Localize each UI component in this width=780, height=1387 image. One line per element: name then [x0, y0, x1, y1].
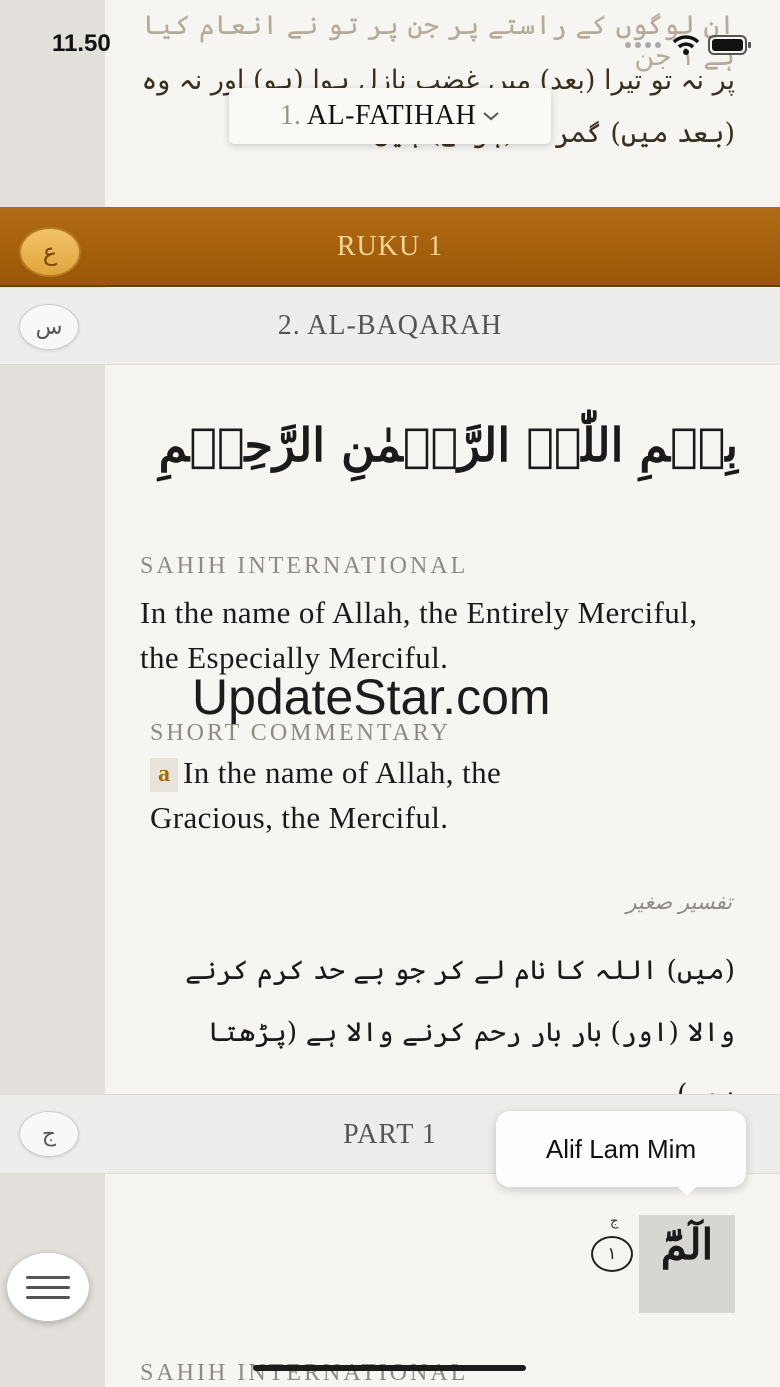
translation-label: SAHIH INTERNATIONAL: [140, 553, 469, 579]
surah-picker[interactable]: 1. AL-FATIHAH: [229, 88, 551, 144]
commentary-label: SHORT COMMENTARY: [150, 720, 451, 746]
watermark: UpdateStar.com: [192, 669, 551, 725]
verse-pause-mark: ج: [610, 1214, 619, 1229]
status-icons: [624, 34, 752, 56]
surah-header: س 2. AL-BAQARAH: [0, 288, 780, 365]
ruku-header: ع RUKU 1: [0, 207, 780, 287]
commentary-text-line-2: Gracious, the Merciful.: [150, 800, 449, 835]
word-tooltip-arrow: [676, 1185, 698, 1196]
cellular-dots-icon: [625, 42, 661, 48]
commentary-text-line-1: In the name of Allah, the: [183, 755, 502, 790]
surah-picker-number: 1.: [279, 100, 301, 131]
word-tooltip: Alif Lam Mim: [496, 1111, 746, 1187]
urdu-commentary-label: تفسیر صغیر: [626, 890, 732, 914]
hamburger-icon-bar: [26, 1295, 70, 1299]
word-tooltip-text: Alif Lam Mim: [545, 1133, 697, 1164]
bismillah: بِسۡمِ اللّٰہِ الرَّحۡمٰنِ الرَّحِیۡمِ: [158, 418, 738, 472]
chevron-down-icon: [483, 112, 499, 121]
battery-icon: [708, 35, 751, 55]
wifi-icon: [672, 35, 700, 55]
commentary-footnote-marker[interactable]: a: [150, 758, 178, 792]
status-time: 11.50: [52, 30, 111, 57]
verse-arabic-text[interactable]: الٓمّٓ: [639, 1220, 735, 1269]
hamburger-icon-bar: [26, 1285, 70, 1289]
home-indicator[interactable]: [253, 1365, 526, 1371]
ruku-label: RUKU 1: [336, 231, 444, 262]
surah-picker-name: AL-FATIHAH: [306, 100, 477, 131]
menu-button[interactable]: [7, 1253, 89, 1321]
hamburger-icon-bar: [26, 1275, 70, 1279]
surah-title: 2. AL-BAQARAH: [277, 310, 503, 341]
verse-number-badge: ١: [591, 1236, 633, 1272]
translation-text: In the name of Allah, the Entirely Merci…: [140, 595, 698, 675]
